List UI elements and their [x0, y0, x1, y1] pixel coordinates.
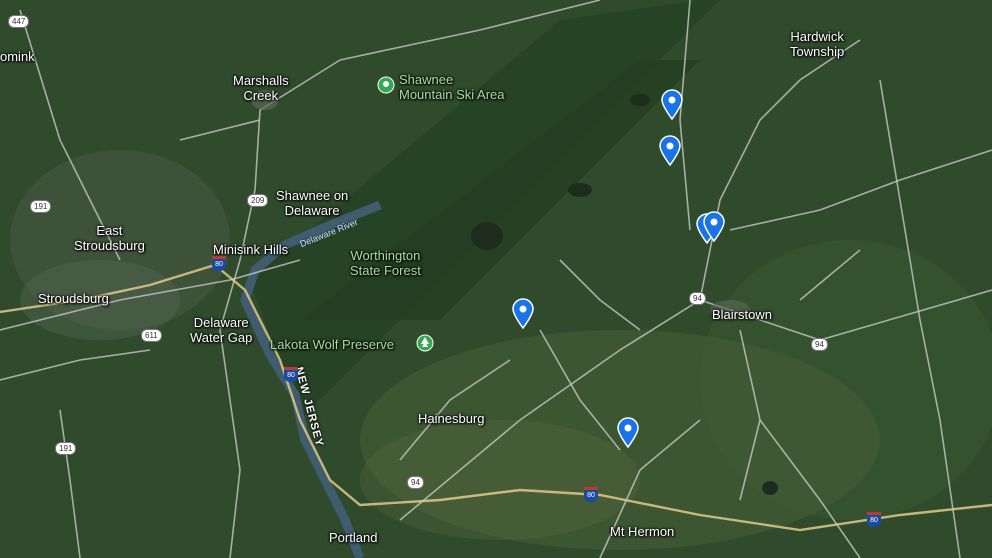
place-label: Mt Hermon	[610, 524, 675, 539]
route-shield: 94	[811, 338, 828, 351]
place-label: Worthington State Forest	[350, 248, 421, 278]
place-label: Hardwick Township	[790, 29, 845, 59]
park-icon[interactable]	[416, 334, 434, 352]
map-pin-icon[interactable]	[660, 88, 684, 121]
interstate-shield: 80	[212, 256, 226, 271]
place-label: Delaware Water Gap	[190, 315, 253, 345]
route-shield: 209	[247, 194, 269, 207]
map-pin-icon[interactable]	[511, 297, 535, 330]
map-pin-icon[interactable]	[616, 416, 640, 449]
place-label: omink	[0, 49, 35, 64]
place-label: Blairstown	[712, 307, 772, 322]
interstate-shield: 80	[867, 512, 881, 527]
ski-icon[interactable]	[377, 76, 395, 94]
place-label: Hainesburg	[418, 411, 485, 426]
route-shield: 447	[8, 15, 30, 28]
route-shield: 191	[55, 442, 77, 455]
place-label: Shawnee Mountain Ski Area	[399, 72, 505, 102]
map-view[interactable]: omink Marshalls Creek Shawnee Mountain S…	[0, 0, 992, 558]
route-shield: 191	[30, 200, 52, 213]
place-label: Portland	[329, 530, 378, 545]
place-label: Stroudsburg	[38, 291, 109, 306]
place-label: Lakota Wolf Preserve	[270, 337, 395, 352]
place-label: East Stroudsburg	[74, 223, 145, 253]
interstate-shield: 80	[584, 487, 598, 502]
place-label: Marshalls Creek	[233, 73, 289, 103]
interstate-shield: 80	[284, 367, 298, 382]
route-shield: 94	[689, 292, 706, 305]
place-label: Shawnee on Delaware	[276, 188, 349, 218]
map-pin-icon[interactable]	[658, 134, 682, 167]
route-shield: 94	[407, 476, 424, 489]
map-pin-icon[interactable]	[702, 210, 726, 243]
route-shield: 611	[141, 329, 162, 342]
place-label: Minisink Hills	[213, 242, 289, 257]
